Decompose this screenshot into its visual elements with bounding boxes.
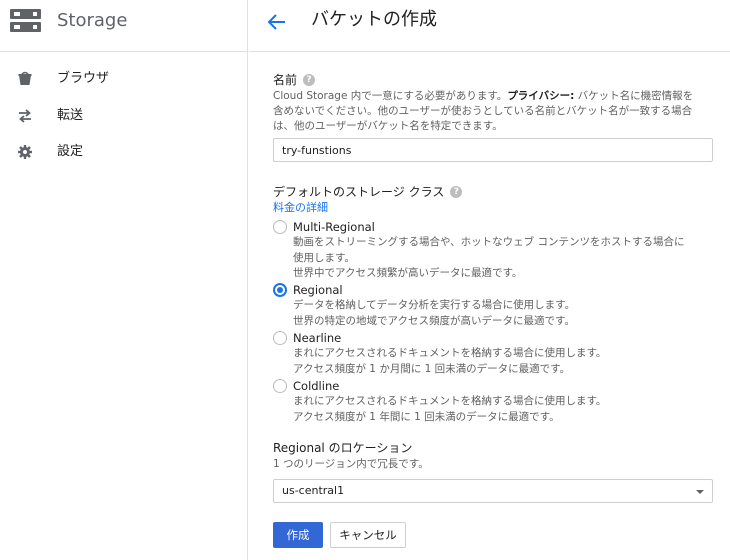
sidebar-item-label: 設定 — [57, 144, 84, 159]
storage-icon — [10, 9, 41, 33]
storage-class-option-multi-regional: Multi-Regional 動画をストリーミングする場合や、ホットなウェブ コ… — [273, 219, 713, 281]
cancel-button[interactable]: キャンセル — [330, 522, 406, 548]
caret-down-icon — [696, 490, 704, 494]
name-label: 名前? — [273, 72, 713, 88]
transfer-arrows-icon — [17, 108, 33, 124]
radio-multi-regional[interactable] — [273, 220, 287, 234]
help-icon[interactable]: ? — [450, 186, 463, 198]
storage-class-label: デフォルトのストレージ クラス? — [273, 184, 463, 200]
sidebar-item-browser[interactable]: ブラウザ — [0, 64, 247, 94]
radio-regional[interactable] — [273, 283, 287, 297]
sidebar-header: Storage — [0, 0, 248, 52]
location-select[interactable]: us-central1 — [273, 479, 713, 503]
create-button[interactable]: 作成 — [273, 522, 323, 548]
location-select-value: us-central1 — [282, 484, 345, 497]
sidebar: Storage ブラウザ 転送 設定 — [0, 0, 248, 560]
pricing-details-link[interactable]: 料金の詳細 — [273, 201, 462, 215]
product-title: Storage — [57, 10, 128, 31]
sidebar-item-settings[interactable]: 設定 — [0, 137, 247, 167]
gear-icon — [17, 144, 33, 160]
location-help: 1 つのリージョン内で冗長です。 — [273, 458, 429, 470]
radio-coldline[interactable] — [273, 379, 287, 393]
radio-nearline[interactable] — [273, 331, 287, 345]
location-label: Regional のロケーション — [273, 441, 413, 455]
page-header: バケットの作成 — [249, 0, 730, 52]
bucket-icon — [17, 71, 33, 87]
storage-class-option-nearline: Nearline まれにアクセスされるドキュメントを格納する場合に使用します。 … — [273, 330, 713, 376]
storage-class-option-regional: Regional データを格納してデータ分析を実行する場合に使用します。 世界の… — [273, 282, 713, 328]
sidebar-item-label: 転送 — [57, 108, 84, 123]
bucket-name-input[interactable] — [273, 138, 713, 162]
sidebar-item-label: ブラウザ — [57, 71, 110, 86]
arrow-left-icon — [267, 14, 285, 30]
page-title: バケットの作成 — [311, 9, 437, 30]
sidebar-item-transfer[interactable]: 転送 — [0, 101, 247, 131]
storage-class-option-coldline: Coldline まれにアクセスされるドキュメントを格納する場合に使用します。 … — [273, 378, 713, 424]
back-button[interactable] — [265, 10, 289, 34]
name-help: Cloud Storage 内で一意にする必要があります。プライバシー: バケッ… — [273, 90, 694, 132]
help-icon[interactable]: ? — [303, 74, 316, 86]
